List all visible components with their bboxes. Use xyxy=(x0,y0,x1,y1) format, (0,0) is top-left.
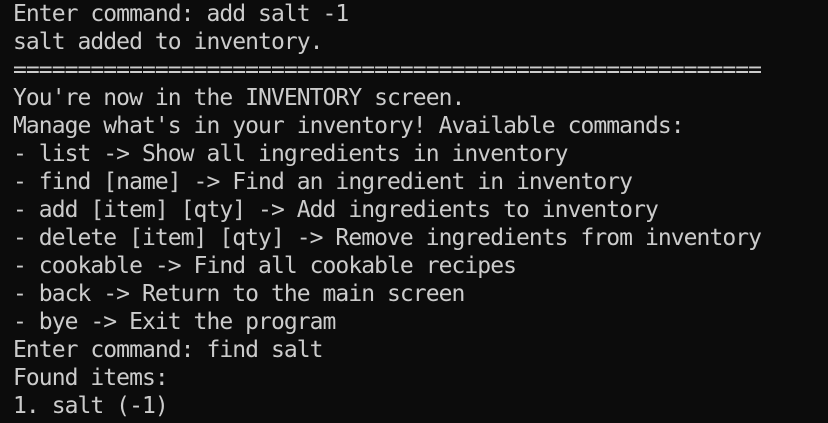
terminal-line-instructions: Manage what's in your inventory! Availab… xyxy=(13,113,685,139)
terminal-line-screen-title: You're now in the INVENTORY screen. xyxy=(13,85,465,111)
terminal-line-command-add: Enter command: add salt -1 xyxy=(13,1,349,27)
terminal-line-command-find-salt: Enter command: find salt xyxy=(13,337,323,363)
terminal-separator: ========================================… xyxy=(13,57,762,83)
terminal-line-command-bye: - bye -> Exit the program xyxy=(13,309,336,335)
terminal-line-command-delete: - delete [item] [qty] -> Remove ingredie… xyxy=(13,225,762,251)
terminal-window[interactable]: Enter command: add salt -1 salt added to… xyxy=(0,0,828,423)
terminal-line-command-list: - list -> Show all ingredients in invent… xyxy=(13,141,569,167)
terminal-line-command-back: - back -> Return to the main screen xyxy=(13,281,465,307)
terminal-line-command-add-help: - add [item] [qty] -> Add ingredients to… xyxy=(13,197,659,223)
terminal-line-found-items: Found items: xyxy=(13,365,169,391)
terminal-line-command-cookable: - cookable -> Find all cookable recipes xyxy=(13,253,517,279)
terminal-line-added-message: salt added to inventory. xyxy=(13,29,323,55)
terminal-line-command-find: - find [name] -> Find an ingredient in i… xyxy=(13,169,633,195)
terminal-line-result-item: 1. salt (-1) xyxy=(13,393,169,419)
